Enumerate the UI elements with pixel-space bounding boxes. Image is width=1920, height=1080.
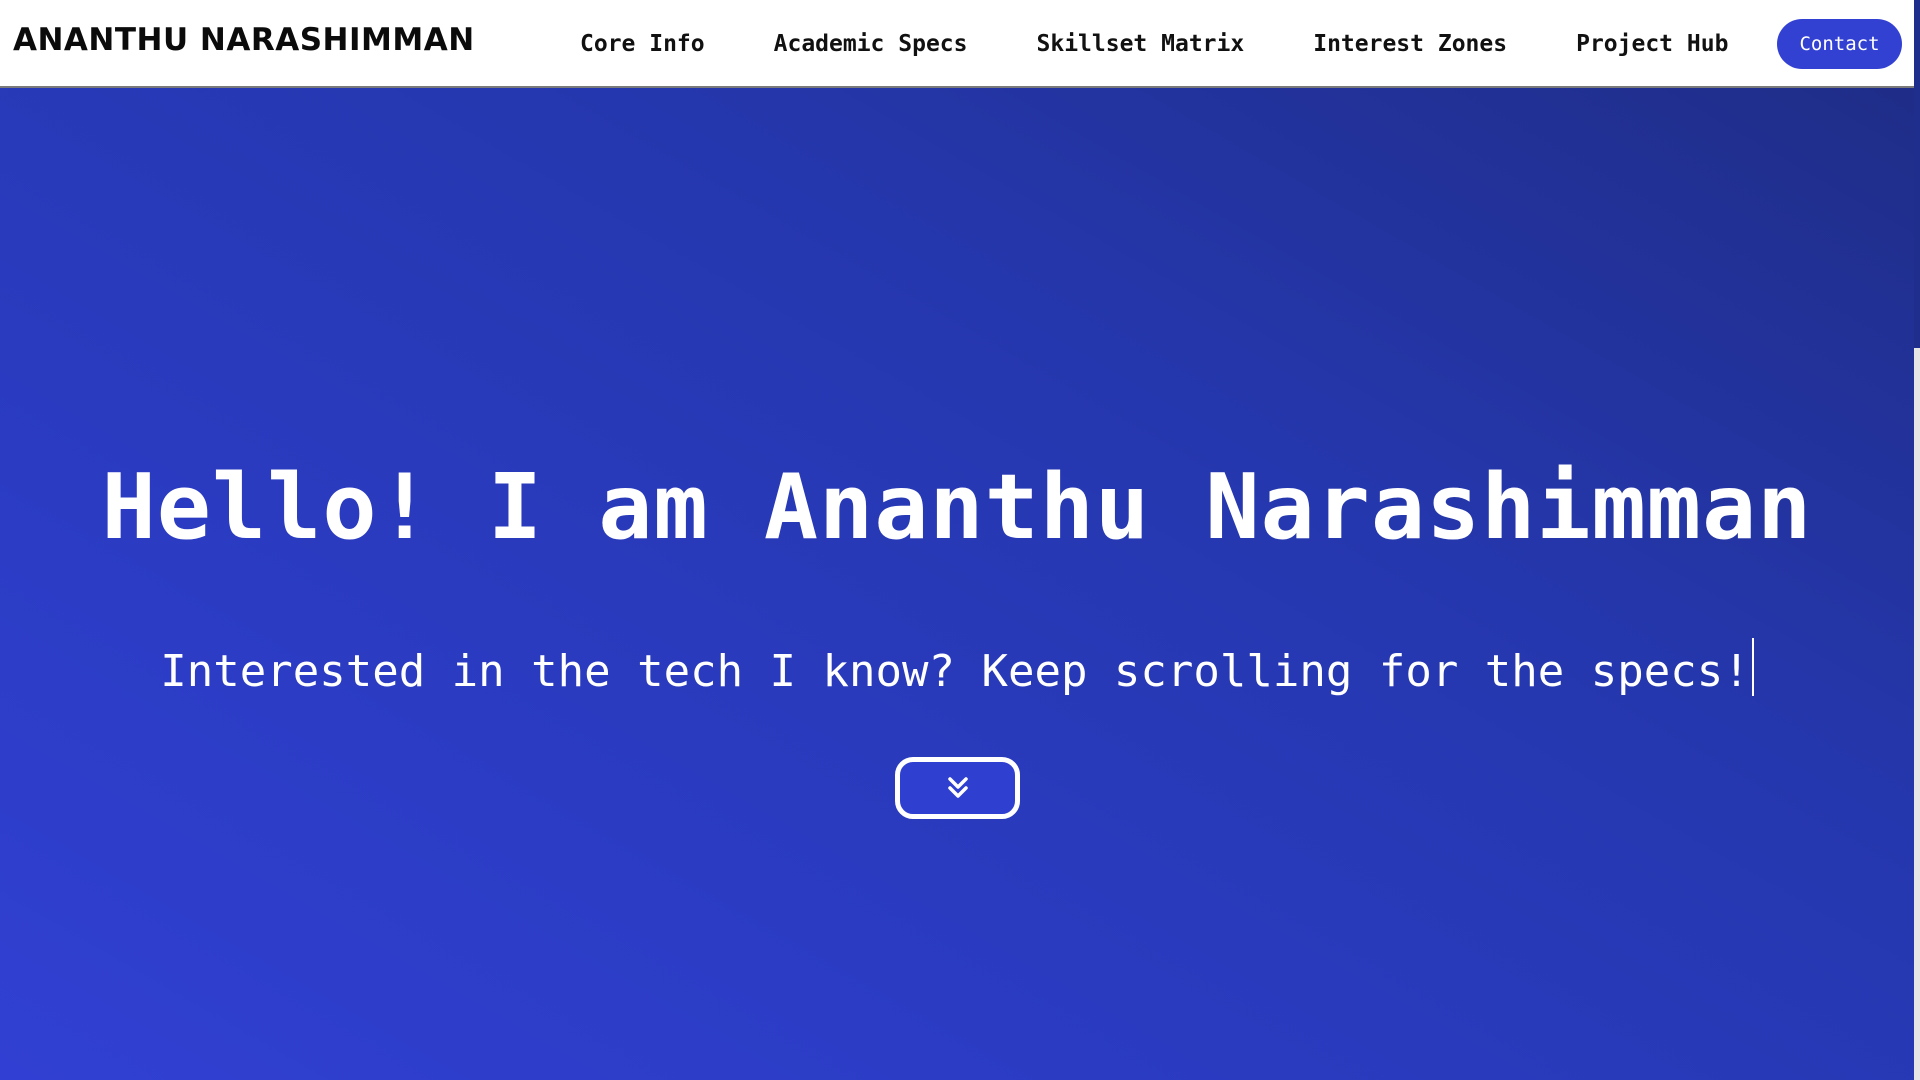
top-navbar: ANANTHU NARASHIMMAN Core Info Academic S…	[0, 0, 1914, 88]
hero-headline: Hello! I am Ananthu Narashimman	[101, 455, 1813, 560]
hero-section	[0, 88, 1914, 1080]
page-scrollbar-thumb[interactable]	[1914, 0, 1920, 348]
contact-button[interactable]: Contact	[1777, 19, 1902, 69]
hero-subline-wrapper: Interested in the tech I know? Keep scro…	[0, 638, 1914, 697]
nav-link-skillset-matrix[interactable]: Skillset Matrix	[1037, 31, 1245, 57]
typing-caret	[1751, 638, 1754, 696]
nav-link-project-hub[interactable]: Project Hub	[1576, 31, 1728, 57]
hero-subline: Interested in the tech I know? Keep scro…	[160, 646, 1750, 697]
nav-link-academic-specs[interactable]: Academic Specs	[774, 31, 968, 57]
nav-link-interest-zones[interactable]: Interest Zones	[1313, 31, 1507, 57]
site-brand[interactable]: ANANTHU NARASHIMMAN	[13, 22, 475, 58]
nav-link-core-info[interactable]: Core Info	[580, 31, 705, 57]
scroll-down-button[interactable]	[895, 757, 1020, 819]
nav-links: Core Info Academic Specs Skillset Matrix…	[580, 0, 1797, 88]
double-chevron-down-icon	[947, 777, 968, 798]
